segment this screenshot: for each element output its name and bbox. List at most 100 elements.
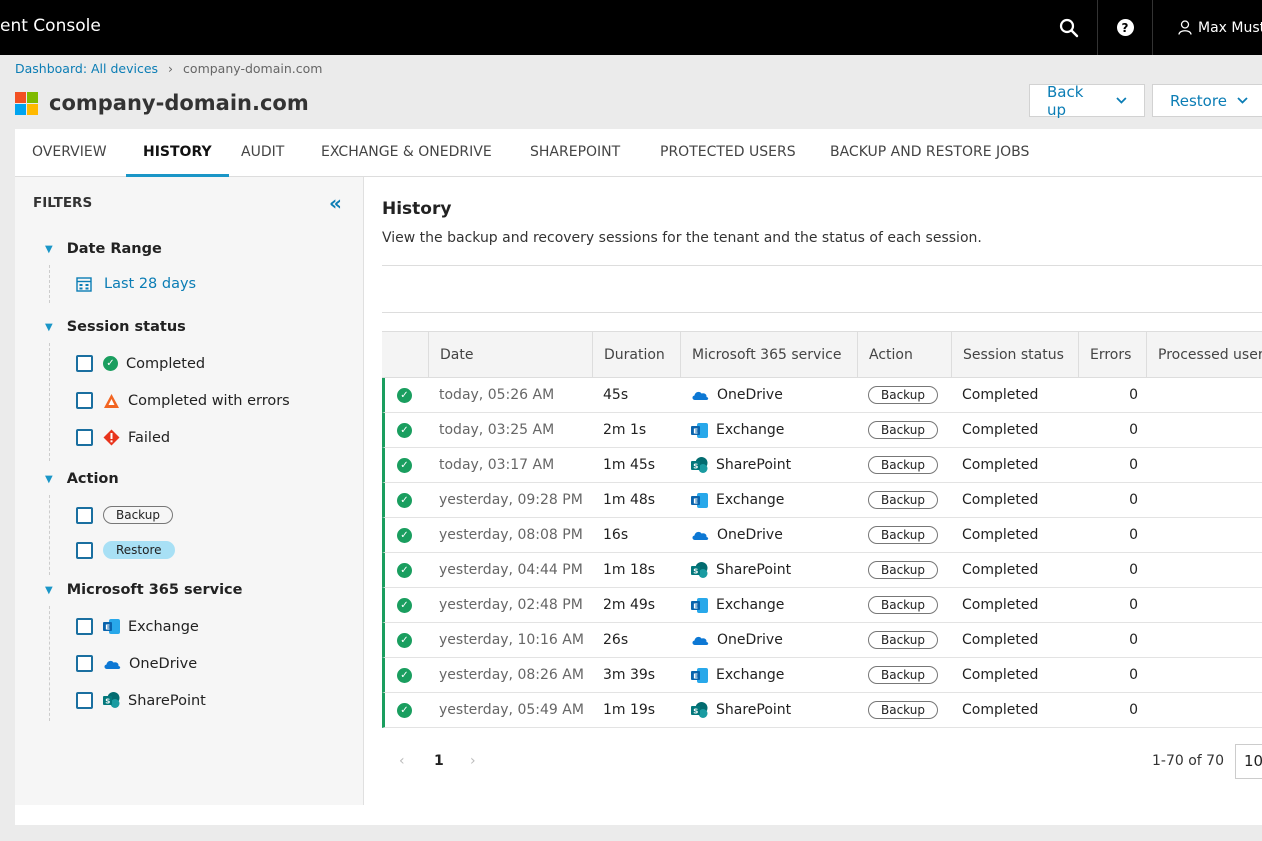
cell-duration: 3m 39s	[603, 667, 656, 683]
cell-service: S SharePoint	[680, 553, 791, 587]
collapse-sidebar-icon[interactable]: «	[329, 191, 342, 215]
filter-sharepoint[interactable]: S SharePoint	[76, 692, 206, 709]
table-row[interactable]: ✓ yesterday, 02:48 PM 2m 49s E Exchange Backu…	[382, 588, 1262, 623]
table-row[interactable]: ✓ yesterday, 09:28 PM 1m 48s E Exchange Backu…	[382, 483, 1262, 518]
checkbox[interactable]	[76, 655, 93, 672]
cell-errors: 0	[1129, 702, 1138, 718]
cell-duration: 16s	[603, 527, 629, 543]
tab-protected-users[interactable]: PROTECTED USERS	[660, 129, 796, 177]
onedrive-cloud-icon	[692, 531, 709, 540]
checkbox[interactable]	[76, 618, 93, 635]
history-title: History	[382, 199, 452, 219]
cell-duration: 1m 18s	[603, 562, 656, 578]
cell-date: yesterday, 10:16 AM	[439, 632, 584, 648]
filter-failed[interactable]: Failed	[76, 429, 170, 446]
user-menu[interactable]: Max Must	[1154, 0, 1262, 55]
next-page-icon[interactable]: ›	[470, 753, 476, 769]
help-icon: ?	[1116, 19, 1134, 36]
cell-session-status: Completed	[962, 457, 1039, 473]
filters-sidebar: FILTERS « ▼ Date Range Last 28 days ▼ Se…	[15, 177, 364, 805]
action-group[interactable]: ▼ Action	[45, 471, 119, 487]
current-page[interactable]: 1	[434, 753, 444, 769]
tab-audit[interactable]: AUDIT	[241, 129, 284, 177]
checkbox[interactable]	[76, 392, 93, 409]
tab-history[interactable]: HISTORY	[126, 129, 229, 177]
cell-date: today, 05:26 AM	[439, 387, 555, 403]
cell-processed-users: 1	[1146, 518, 1262, 552]
cell-service: S SharePoint	[680, 693, 791, 727]
checkbox[interactable]	[76, 541, 93, 559]
table-row[interactable]: ✓ today, 03:17 AM 1m 45s S SharePoint Backup C…	[382, 448, 1262, 483]
column-header-errors[interactable]: Errors	[1078, 332, 1146, 378]
exchange-icon: E	[691, 422, 708, 438]
service-label: Exchange	[716, 667, 785, 683]
onedrive-cloud-icon	[104, 660, 121, 669]
page-size-select[interactable]: 10	[1235, 744, 1262, 779]
filter-restore[interactable]: Restore	[76, 541, 175, 559]
table-row[interactable]: ✓ yesterday, 05:49 AM 1m 19s S SharePoint Bac…	[382, 693, 1262, 728]
svg-text:S: S	[105, 698, 110, 706]
column-header-duration[interactable]: Duration	[592, 332, 680, 378]
cell-processed-users: 1	[1146, 658, 1262, 692]
restore-label: Restore	[1170, 91, 1227, 110]
pagination: ‹ 1 › 1-70 of 70 10	[382, 744, 1262, 779]
tab-sharepoint[interactable]: SHAREPOINT	[530, 129, 620, 177]
cell-session-status: Completed	[962, 632, 1039, 648]
tab-exchange-onedrive[interactable]: EXCHANGE & ONEDRIVE	[321, 129, 492, 177]
date-range-group[interactable]: ▼ Date Range	[45, 241, 162, 257]
date-range-value: Last 28 days	[104, 276, 197, 292]
cell-date: yesterday, 04:44 PM	[439, 562, 583, 578]
svg-text:S: S	[693, 462, 698, 470]
help-button[interactable]: ?	[1097, 0, 1153, 55]
onedrive-cloud-icon	[692, 391, 709, 400]
filter-onedrive[interactable]: OneDrive	[76, 655, 197, 672]
column-header-processed-users[interactable]: Processed user	[1146, 332, 1262, 378]
cell-session-status: Completed	[962, 702, 1039, 718]
onedrive-cloud-icon	[692, 636, 709, 645]
session-status-group[interactable]: ▼ Session status	[45, 319, 186, 335]
column-header-session-status[interactable]: Session status	[951, 332, 1078, 378]
restore-button[interactable]: Restore	[1152, 84, 1262, 117]
service-group[interactable]: ▼ Microsoft 365 service	[45, 582, 242, 598]
table-body: ✓ today, 05:26 AM 45s OneDrive Backup Complet…	[382, 378, 1262, 728]
tree-line	[49, 343, 50, 461]
date-range-title: Date Range	[66, 241, 162, 257]
backup-pill: Backup	[103, 506, 173, 524]
table-row[interactable]: ✓ yesterday, 08:08 PM 16s OneDrive Backup Com…	[382, 518, 1262, 553]
caret-down-icon: ▼	[45, 584, 53, 596]
checkbox[interactable]	[76, 692, 93, 709]
search-button[interactable]	[1045, 0, 1093, 55]
cell-processed-users: 1	[1146, 483, 1262, 517]
action-pill: Backup	[868, 561, 938, 579]
cell-errors: 0	[1129, 457, 1138, 473]
page-header: company-domain.com	[15, 91, 309, 115]
table-row[interactable]: ✓ today, 03:25 AM 2m 1s E Exchange Backup Comp…	[382, 413, 1262, 448]
table-row[interactable]: ✓ today, 05:26 AM 45s OneDrive Backup Complet…	[382, 378, 1262, 413]
checkbox[interactable]	[76, 506, 93, 524]
table-row[interactable]: ✓ yesterday, 04:44 PM 1m 18s S SharePoint Bac…	[382, 553, 1262, 588]
filter-completed-with-errors[interactable]: Completed with errors	[76, 392, 290, 409]
checkbox[interactable]	[76, 429, 93, 446]
breadcrumb-dashboard-link[interactable]: Dashboard: All devices	[15, 61, 158, 76]
checkbox[interactable]	[76, 355, 93, 372]
column-header-service[interactable]: Microsoft 365 service	[680, 332, 857, 378]
service-label: Exchange	[716, 597, 785, 613]
column-header-date[interactable]: Date	[428, 332, 592, 378]
history-description: View the backup and recovery sessions fo…	[382, 230, 982, 246]
filter-completed[interactable]: ✓ Completed	[76, 355, 205, 372]
action-pill: Backup	[868, 386, 938, 404]
table-row[interactable]: ✓ yesterday, 08:26 AM 3m 39s E Exchange Backu…	[382, 658, 1262, 693]
back-up-button[interactable]: Back up	[1029, 83, 1145, 119]
table-row[interactable]: ✓ yesterday, 10:16 AM 26s OneDrive Backup Com…	[382, 623, 1262, 658]
exchange-icon: E	[691, 492, 708, 508]
column-header-action[interactable]: Action	[857, 332, 951, 378]
date-range-picker[interactable]: Last 28 days	[76, 276, 196, 292]
exchange-icon: E	[103, 619, 120, 634]
cell-service: OneDrive	[680, 518, 783, 552]
previous-page-icon[interactable]: ‹	[399, 753, 405, 769]
filter-exchange[interactable]: E Exchange	[76, 618, 199, 635]
cell-date: yesterday, 05:49 AM	[439, 702, 584, 718]
tab-backup-restore-jobs[interactable]: BACKUP AND RESTORE JOBS	[830, 129, 1029, 177]
filter-backup[interactable]: Backup	[76, 506, 173, 524]
tab-overview[interactable]: OVERVIEW	[32, 129, 107, 177]
